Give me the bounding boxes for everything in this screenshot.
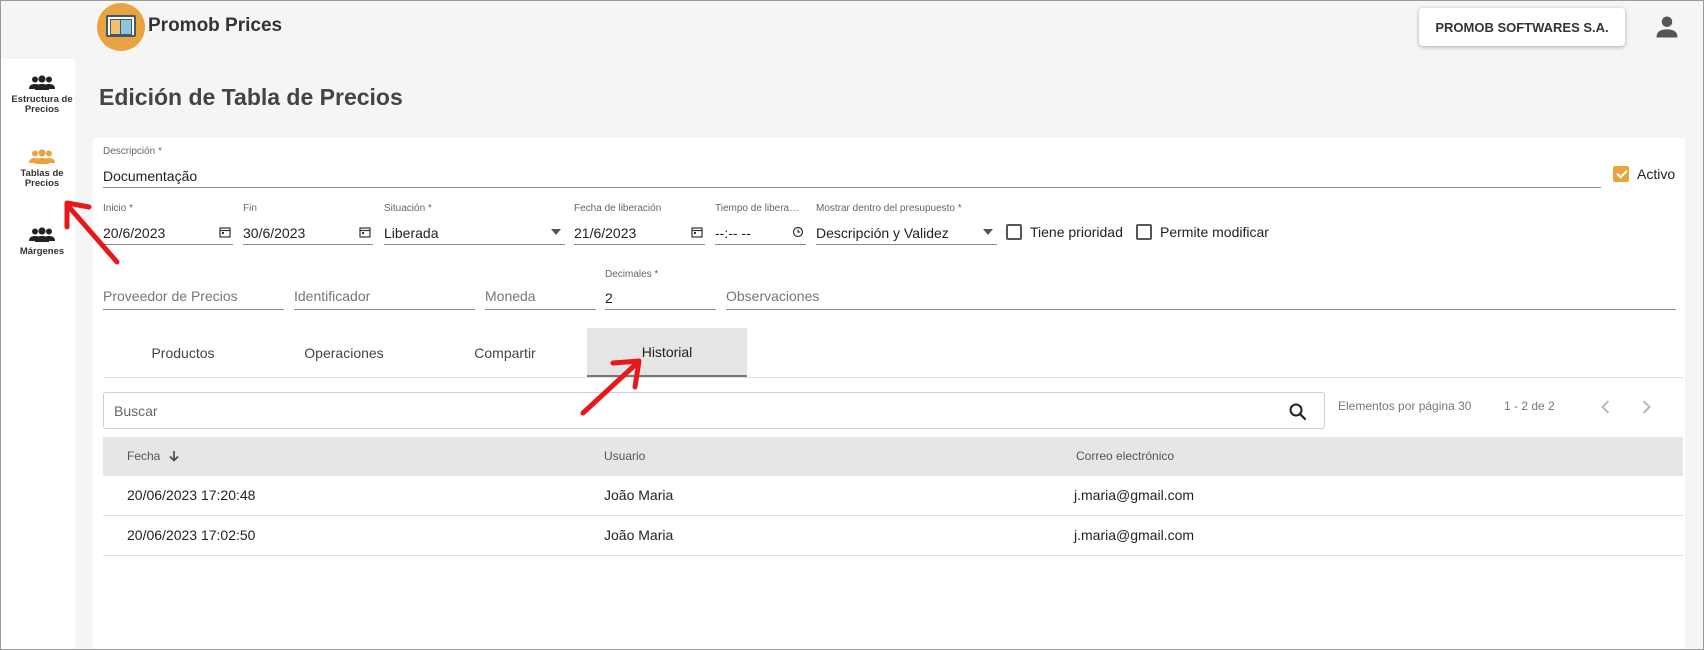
search-placeholder: Buscar	[114, 403, 158, 419]
dropdown-arrow-icon	[551, 229, 561, 235]
decimales-field[interactable]: Decimales * 2	[605, 269, 716, 310]
fecha-liberacion-label: Fecha de liberación	[574, 203, 662, 214]
fecha-liberacion-field[interactable]: Fecha de liberación 21/6/2023	[574, 203, 705, 245]
tab-productos[interactable]: Productos	[103, 328, 263, 377]
permite-modificar-label: Permite modificar	[1160, 224, 1269, 240]
proveedor-field[interactable]: Proveedor de Precios	[103, 269, 284, 310]
sidebar-item-margenes[interactable]: Márgenes	[1, 227, 83, 257]
people-icon	[29, 75, 55, 90]
sidebar-item-estructura-precios[interactable]: Estructura de Precios	[1, 75, 83, 115]
checkbox-unchecked-icon	[1136, 224, 1152, 240]
column-header-usuario[interactable]: Usuario	[604, 437, 645, 476]
app-title: Promob Prices	[148, 15, 283, 36]
descripcion-field[interactable]: Descripción * Documentação	[103, 146, 1601, 188]
clock-icon[interactable]	[792, 226, 804, 238]
tab-historial[interactable]: Historial	[587, 328, 747, 377]
inicio-value: 20/6/2023	[103, 225, 166, 241]
mostrar-label: Mostrar dentro del presupuesto *	[816, 203, 962, 214]
moneda-placeholder: Moneda	[485, 288, 536, 304]
sidebar-item-label: Márgenes	[19, 246, 65, 257]
inicio-label: Inicio *	[103, 203, 134, 214]
decimales-label: Decimales *	[605, 269, 659, 280]
column-header-label: Fecha	[127, 449, 161, 463]
app-logo-icon	[97, 3, 145, 51]
tab-bar: Productos Operaciones Compartir Historia…	[103, 328, 1683, 378]
sidebar: Estructura de Precios Tablas de Precios …	[1, 59, 81, 649]
cell-fecha: 20/06/2023 17:20:48	[127, 487, 256, 503]
moneda-field[interactable]: Moneda	[485, 269, 596, 310]
activo-checkbox[interactable]: Activo	[1613, 166, 1675, 182]
calendar-icon[interactable]	[691, 226, 703, 238]
cell-correo: j.maria@gmail.com	[1074, 487, 1195, 503]
tiene-prioridad-label: Tiene prioridad	[1030, 224, 1123, 240]
calendar-icon[interactable]	[219, 226, 231, 238]
table-row: 20/06/2023 17:20:48 João Maria j.maria@g…	[103, 476, 1683, 516]
fin-value: 30/6/2023	[243, 225, 306, 241]
observaciones-field[interactable]: Observaciones	[726, 269, 1676, 310]
decimales-value: 2	[605, 290, 613, 306]
activo-label: Activo	[1637, 166, 1676, 182]
proveedor-placeholder: Proveedor de Precios	[103, 288, 238, 304]
tiempo-liberacion-field[interactable]: Tiempo de libera… --:-- --	[715, 203, 806, 245]
page-range-label: 1 - 2 de 2	[1504, 399, 1555, 413]
identificador-placeholder: Identificador	[294, 288, 371, 304]
app-window: Promob Prices PROMOB SOFTWARES S.A. Estr…	[0, 0, 1704, 650]
situacion-select[interactable]: Situación * Liberada	[384, 203, 565, 245]
cell-usuario: João Maria	[604, 527, 674, 543]
company-button[interactable]: PROMOB SOFTWARES S.A.	[1419, 8, 1625, 46]
fin-label: Fin	[243, 203, 257, 214]
tiempo-liberacion-label: Tiempo de libera…	[715, 203, 800, 214]
cell-usuario: João Maria	[604, 487, 674, 503]
tiempo-liberacion-value: --:-- --	[715, 225, 751, 241]
checkbox-checked-icon	[1613, 166, 1629, 182]
people-icon	[29, 149, 55, 164]
mostrar-presupuesto-select[interactable]: Mostrar dentro del presupuesto * Descrip…	[816, 203, 997, 245]
cell-fecha: 20/06/2023 17:02:50	[127, 527, 256, 543]
situacion-label: Situación *	[384, 203, 432, 214]
table-header: Fecha Usuario Correo electrónico	[103, 437, 1683, 476]
tab-compartir[interactable]: Compartir	[425, 328, 585, 377]
identificador-field[interactable]: Identificador	[294, 269, 475, 310]
items-per-page-label[interactable]: Elementos por página 30	[1338, 399, 1471, 413]
next-page-icon[interactable]	[1636, 397, 1656, 417]
tab-operaciones[interactable]: Operaciones	[264, 328, 424, 377]
observaciones-placeholder: Observaciones	[726, 288, 820, 304]
descripcion-value: Documentação	[103, 168, 198, 184]
calendar-icon[interactable]	[359, 226, 371, 238]
fin-date-field[interactable]: Fin 30/6/2023	[243, 203, 373, 245]
search-input[interactable]: Buscar	[103, 392, 1325, 429]
history-table: Fecha Usuario Correo electrónico 20/06/2…	[103, 437, 1683, 556]
sidebar-item-label: Precios	[24, 178, 60, 189]
inicio-date-field[interactable]: Inicio * 20/6/2023	[103, 203, 233, 245]
situacion-value: Liberada	[384, 225, 439, 241]
fecha-liberacion-value: 21/6/2023	[574, 225, 637, 241]
dropdown-arrow-icon	[983, 229, 993, 235]
column-header-correo[interactable]: Correo electrónico	[1076, 437, 1174, 476]
column-header-fecha[interactable]: Fecha	[127, 437, 180, 476]
table-row: 20/06/2023 17:02:50 João Maria j.maria@g…	[103, 516, 1683, 556]
sidebar-item-label: Precios	[24, 104, 60, 115]
user-account-icon[interactable]	[1653, 13, 1681, 41]
tiene-prioridad-checkbox[interactable]: Tiene prioridad	[1006, 224, 1123, 240]
previous-page-icon[interactable]	[1596, 397, 1616, 417]
checkbox-unchecked-icon	[1006, 224, 1022, 240]
page-title: Edición de Tabla de Precios	[99, 84, 403, 110]
permite-modificar-checkbox[interactable]: Permite modificar	[1136, 224, 1269, 240]
cell-correo: j.maria@gmail.com	[1074, 527, 1195, 543]
sort-arrow-down-icon	[169, 451, 179, 462]
sidebar-item-tablas-precios[interactable]: Tablas de Precios	[1, 139, 83, 203]
search-icon[interactable]	[1288, 402, 1308, 422]
mostrar-value: Descripción y Validez	[816, 225, 949, 241]
people-icon	[29, 227, 55, 242]
descripcion-label: Descripción *	[103, 146, 162, 157]
